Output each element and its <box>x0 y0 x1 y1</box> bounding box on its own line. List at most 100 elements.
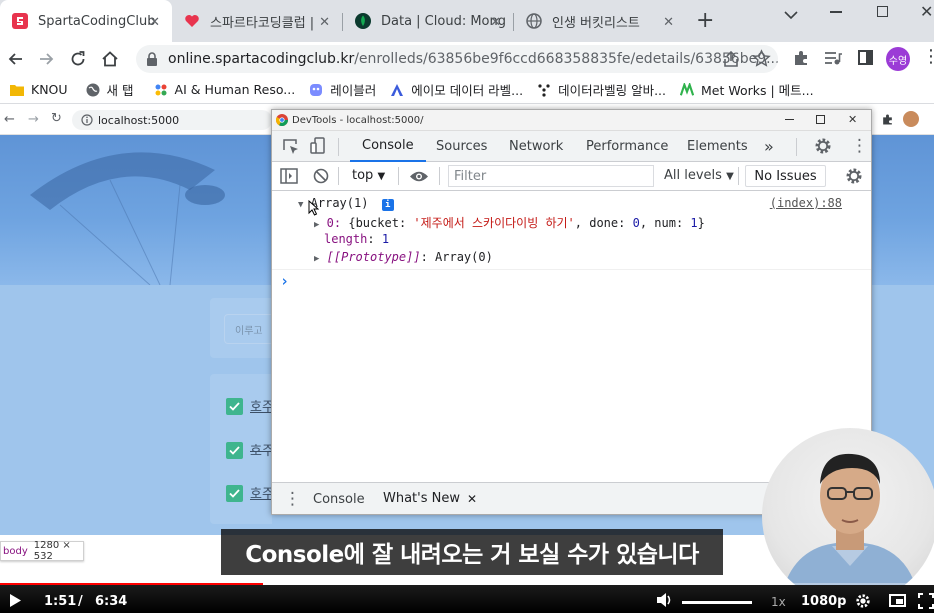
dt-minimize-icon[interactable] <box>785 119 794 120</box>
tab-close-icon[interactable]: ✕ <box>319 15 330 30</box>
share-icon[interactable] <box>722 50 740 68</box>
playback-speed[interactable]: 1x <box>771 595 786 609</box>
maximize-icon[interactable] <box>877 6 888 17</box>
device-toolbar-icon[interactable] <box>310 137 328 155</box>
bookmark-ai-human[interactable]: AI & Human Reso... <box>154 82 295 97</box>
inner-avatar[interactable] <box>903 111 919 127</box>
heart-favicon-icon <box>184 13 200 29</box>
toolbar-divider <box>338 167 339 185</box>
tab-sparta-2[interactable]: 스파르타코딩클럽 | ✕ <box>172 0 342 42</box>
bookmark-star-icon[interactable] <box>752 49 771 68</box>
dots-grid-icon <box>537 83 551 97</box>
inner-extensions-icon[interactable] <box>881 113 894 126</box>
settings-gear-icon[interactable] <box>855 593 871 609</box>
new-tab-icon[interactable]: + <box>696 8 714 33</box>
inner-forward-icon[interactable]: → <box>28 112 39 127</box>
checkbox-checked-icon[interactable] <box>226 398 243 415</box>
tab-label: 인생 버킷리스트 <box>552 15 640 31</box>
lock-icon[interactable] <box>146 52 158 66</box>
inner-address-bar[interactable]: localhost:5000 <box>72 110 272 130</box>
tab-label: Data | Cloud: Mong <box>381 13 506 29</box>
sidebar-toggle-icon[interactable] <box>280 168 298 184</box>
tab-sources[interactable]: Sources <box>436 131 487 162</box>
inspect-element-icon[interactable] <box>282 138 300 156</box>
pip-icon[interactable] <box>889 594 906 607</box>
tab-console[interactable]: Console <box>350 131 426 162</box>
tab-elements[interactable]: Elements <box>687 131 748 162</box>
drawer-tab-console[interactable]: Console <box>313 483 365 514</box>
context-select[interactable]: top ▼ <box>352 168 385 183</box>
checkbox-checked-icon[interactable] <box>226 485 243 502</box>
more-tabs-icon[interactable]: » <box>764 131 774 162</box>
clear-console-icon[interactable] <box>313 168 329 184</box>
tab-close-icon[interactable]: ✕ <box>663 15 674 30</box>
tab-label: SpartaCodingClub <box>38 13 156 29</box>
tab-close-icon[interactable]: ✕ <box>490 15 501 30</box>
checkbox-checked-icon[interactable] <box>226 442 243 459</box>
media-queue-icon[interactable] <box>824 50 842 66</box>
play-icon[interactable] <box>10 594 21 607</box>
bookmark-label: 에이모 데이터 라벨... <box>411 83 524 98</box>
context-value: top <box>352 168 374 183</box>
dt-maximize-icon[interactable] <box>816 115 825 124</box>
badge-size: 1280 × 532 <box>33 540 71 562</box>
dt-close-icon[interactable]: ✕ <box>848 113 857 126</box>
item-index: 0: <box>326 216 342 230</box>
info-badge-icon[interactable]: i <box>381 199 394 211</box>
forward-icon[interactable] <box>36 49 56 69</box>
bookmark-met-works[interactable]: Met Works | 메트... <box>680 80 814 99</box>
tab-bucketlist[interactable]: 인생 버킷리스트 ✕ <box>514 0 686 42</box>
tab-network[interactable]: Network <box>509 131 563 162</box>
bucket-input[interactable]: 이루고 <box>224 314 272 344</box>
bookmark-labeling-job[interactable]: 데이터라벨링 알바... <box>537 80 666 99</box>
console-item-row[interactable]: ▶ 0: {bucket: '제주에서 스카이다이빙 하기', done: 0,… <box>314 214 705 231</box>
drawer-tab-whats-new[interactable]: What's New ✕ <box>372 483 488 514</box>
tab-close-icon[interactable]: ✕ <box>149 15 160 30</box>
tab-search-chevron-icon[interactable] <box>784 10 798 20</box>
tab-mongodb[interactable]: Data | Cloud: Mong ✕ <box>343 0 513 42</box>
badge-tag: body <box>3 545 28 557</box>
bookmark-label: 데이터라벨링 알바... <box>558 83 666 98</box>
prototype-key: [[Prototype]] <box>326 250 421 264</box>
volume-slider[interactable] <box>682 601 752 604</box>
home-icon[interactable] <box>100 49 120 69</box>
quality-label[interactable]: 1080p <box>801 594 847 609</box>
bookmark-aimo[interactable]: 에이모 데이터 라벨... <box>390 80 523 99</box>
tab-label: 스파르타코딩클럽 | <box>210 15 315 31</box>
reload-icon[interactable] <box>68 49 88 69</box>
tab-spartacodingclub[interactable]: SpartaCodingClub ✕ <box>0 0 172 42</box>
console-filter-input[interactable]: Filter <box>448 165 654 187</box>
issues-button[interactable]: No Issues <box>745 165 826 187</box>
bookmark-knou[interactable]: KNOU <box>10 82 68 97</box>
console-settings-gear-icon[interactable] <box>845 167 863 185</box>
bookmark-new-tab[interactable]: 새 탭 <box>86 80 134 99</box>
devtools-menu-icon[interactable]: ⋮ <box>851 136 868 156</box>
minimize-icon[interactable] <box>830 11 842 13</box>
expand-triangle-icon: ▼ <box>298 200 304 210</box>
bookmark-label: Met Works | 메트... <box>701 83 814 98</box>
profile-avatar[interactable]: 수영 <box>886 47 910 71</box>
drawer-tab-close-icon[interactable]: ✕ <box>467 492 477 506</box>
extensions-puzzle-icon[interactable] <box>792 49 810 67</box>
source-link[interactable]: (index):88 <box>770 196 842 210</box>
address-bar[interactable]: online.spartacodingclub.kr/enrolleds/638… <box>136 45 778 73</box>
tab-performance[interactable]: Performance <box>586 131 668 162</box>
info-circle-icon <box>81 114 93 126</box>
console-prototype-row[interactable]: ▶ [[Prototype]]: Array(0) <box>314 250 493 264</box>
live-expression-eye-icon[interactable] <box>409 170 429 183</box>
drawer-menu-icon[interactable]: ⋮ <box>284 489 301 509</box>
volume-icon[interactable] <box>657 593 673 607</box>
fullscreen-icon[interactable] <box>918 593 934 609</box>
console-prompt-icon[interactable]: › <box>280 272 289 290</box>
inner-back-icon[interactable]: ← <box>4 112 15 127</box>
log-levels-select[interactable]: All levels ▼ <box>664 168 734 183</box>
console-output: ▼ Array(1) i (index):88 ▶ 0: {bucket: '제… <box>272 192 871 482</box>
bookmark-labeler[interactable]: 레이블러 <box>309 80 376 99</box>
settings-gear-icon[interactable] <box>814 137 832 155</box>
back-icon[interactable] <box>6 49 26 69</box>
side-panel-icon[interactable] <box>858 50 873 65</box>
chrome-menu-icon[interactable]: ⋮ <box>922 48 934 66</box>
window-close-icon[interactable]: ✕ <box>920 2 933 21</box>
time-separator: / <box>78 594 83 609</box>
inner-reload-icon[interactable]: ↻ <box>51 111 62 126</box>
